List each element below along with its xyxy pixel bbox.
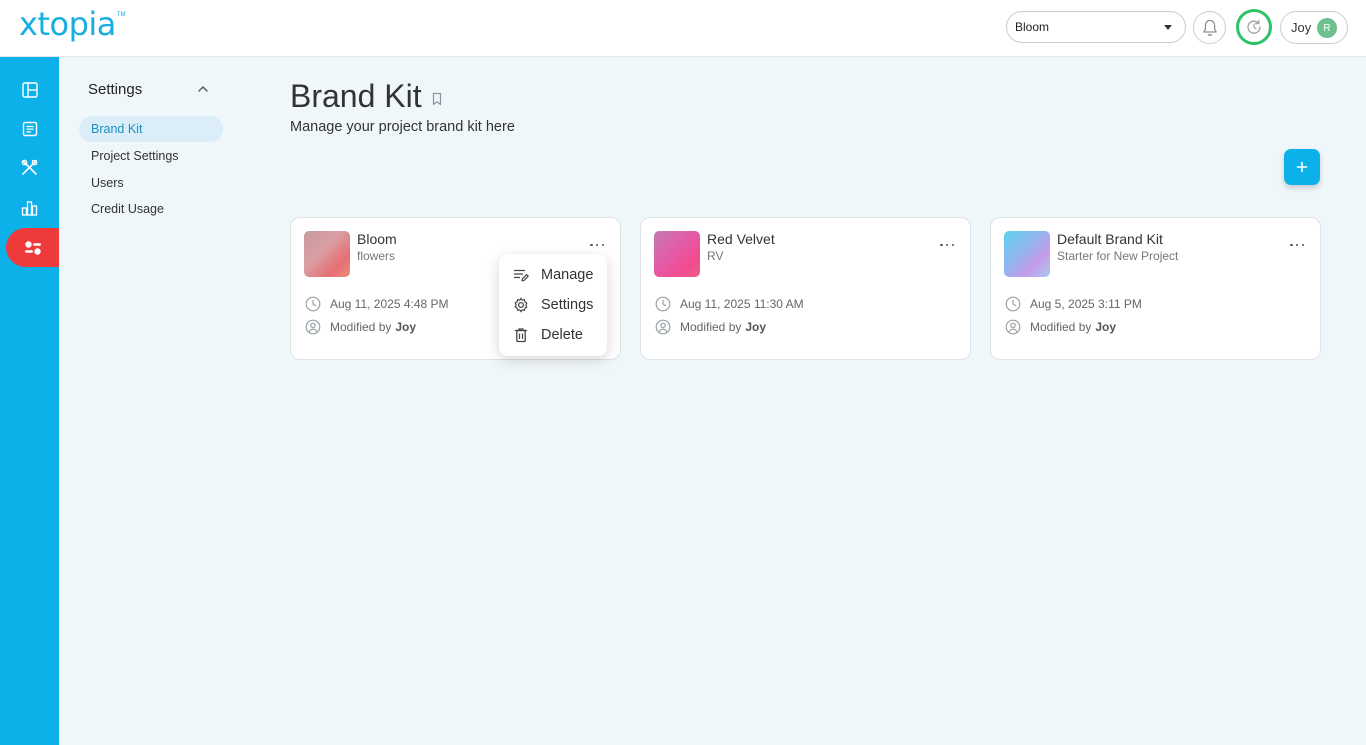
page-subtitle: Manage your project brand kit here [290,119,515,135]
brand-kit-card[interactable]: Default Brand Kit Starter for New Projec… [990,217,1321,360]
manage-icon [513,269,529,282]
brand-kit-thumbnail [654,231,700,277]
card-name: Bloom [357,231,397,247]
menu-item-label: Delete [541,327,583,343]
left-rail [0,57,59,745]
trash-icon [514,328,528,343]
rail-item-analytics[interactable] [0,188,59,227]
clock-icon [305,296,321,312]
project-select-value: Bloom [1015,20,1050,34]
add-brand-kit-button[interactable] [1284,149,1320,185]
card-modified-date: Aug 11, 2025 11:30 AM [655,295,804,313]
card-modified-date: Aug 11, 2025 4:48 PM [305,295,449,313]
xtopia-logo[interactable]: xtopia TM [19,6,126,42]
user-menu-button[interactable]: Joy R [1280,11,1348,44]
project-select[interactable]: Bloom [1006,11,1186,43]
modified-by-user: Joy [395,320,417,334]
subnav-item-credit-usage[interactable]: Credit Usage [79,196,223,222]
logo-text: xtopia [19,5,116,43]
modified-prefix: Modified by [1030,320,1092,334]
menu-item-manage[interactable]: Manage [513,264,593,286]
avatar: R [1317,18,1337,38]
logo-trademark: TM [116,12,126,18]
top-bar: xtopia TM Bloom Joy R [0,0,1366,57]
modified-by-user: Joy [1095,320,1117,334]
menu-item-label: Settings [541,297,594,313]
layout-icon [21,81,38,98]
card-modified-by: Modified by Joy [305,318,416,336]
chart-icon [21,200,38,216]
chevron-up-icon[interactable] [197,84,209,94]
settings-sliders-icon [25,240,41,255]
plus-icon [1296,161,1308,173]
menu-item-label: Manage [541,267,594,283]
subnav-item-brand-kit[interactable]: Brand Kit [79,116,223,142]
rail-item-documents[interactable] [0,109,59,148]
modified-prefix: Modified by [330,320,392,334]
card-description: Starter for New Project [1057,249,1179,263]
menu-item-settings[interactable]: Settings [513,294,593,316]
subnav-title: Settings [88,81,143,98]
bookmark-icon[interactable] [432,92,442,106]
card-description: RV [707,249,724,263]
user-name: Joy [1291,20,1312,35]
caret-down-icon [1164,25,1172,30]
modified-prefix: Modified by [680,320,742,334]
card-date: Aug 11, 2025 4:48 PM [330,297,449,311]
modified-by-user: Joy [745,320,767,334]
more-options-button[interactable] [1290,238,1304,252]
notifications-button[interactable] [1193,11,1226,44]
card-modified-date: Aug 5, 2025 3:11 PM [1005,295,1142,313]
more-options-button[interactable] [940,238,954,252]
user-icon [1005,319,1021,335]
rail-item-layout[interactable] [0,70,59,109]
menu-item-delete[interactable]: Delete [513,324,583,346]
brand-kit-thumbnail [1004,231,1050,277]
card-date: Aug 11, 2025 11:30 AM [680,297,804,311]
tools-icon [21,159,38,175]
subnav-item-project-settings[interactable]: Project Settings [79,143,223,169]
credits-button[interactable] [1236,9,1272,45]
brand-kit-thumbnail [304,231,350,277]
subnav-item-users[interactable]: Users [79,170,223,196]
document-icon [22,121,37,136]
card-context-menu: Manage Settings Delete [499,254,607,356]
card-name: Red Velvet [707,231,775,247]
clock-icon [1005,296,1021,312]
more-options-button[interactable] [590,238,604,252]
card-modified-by: Modified by Joy [655,318,766,336]
card-modified-by: Modified by Joy [1005,318,1116,336]
credit-refresh-icon [1247,19,1261,34]
page-title: Brand Kit [290,78,422,114]
clock-icon [655,296,671,312]
bell-icon [1202,19,1217,36]
card-description: flowers [357,249,396,263]
user-icon [305,319,321,335]
user-icon [655,319,671,335]
card-date: Aug 5, 2025 3:11 PM [1030,297,1142,311]
rail-item-settings[interactable] [6,228,59,267]
brand-kit-card[interactable]: Red Velvet RV Aug 11, 2025 11:30 AM Modi… [640,217,971,360]
rail-item-tools[interactable] [0,148,59,187]
card-name: Default Brand Kit [1057,231,1163,247]
gear-icon [514,297,528,313]
